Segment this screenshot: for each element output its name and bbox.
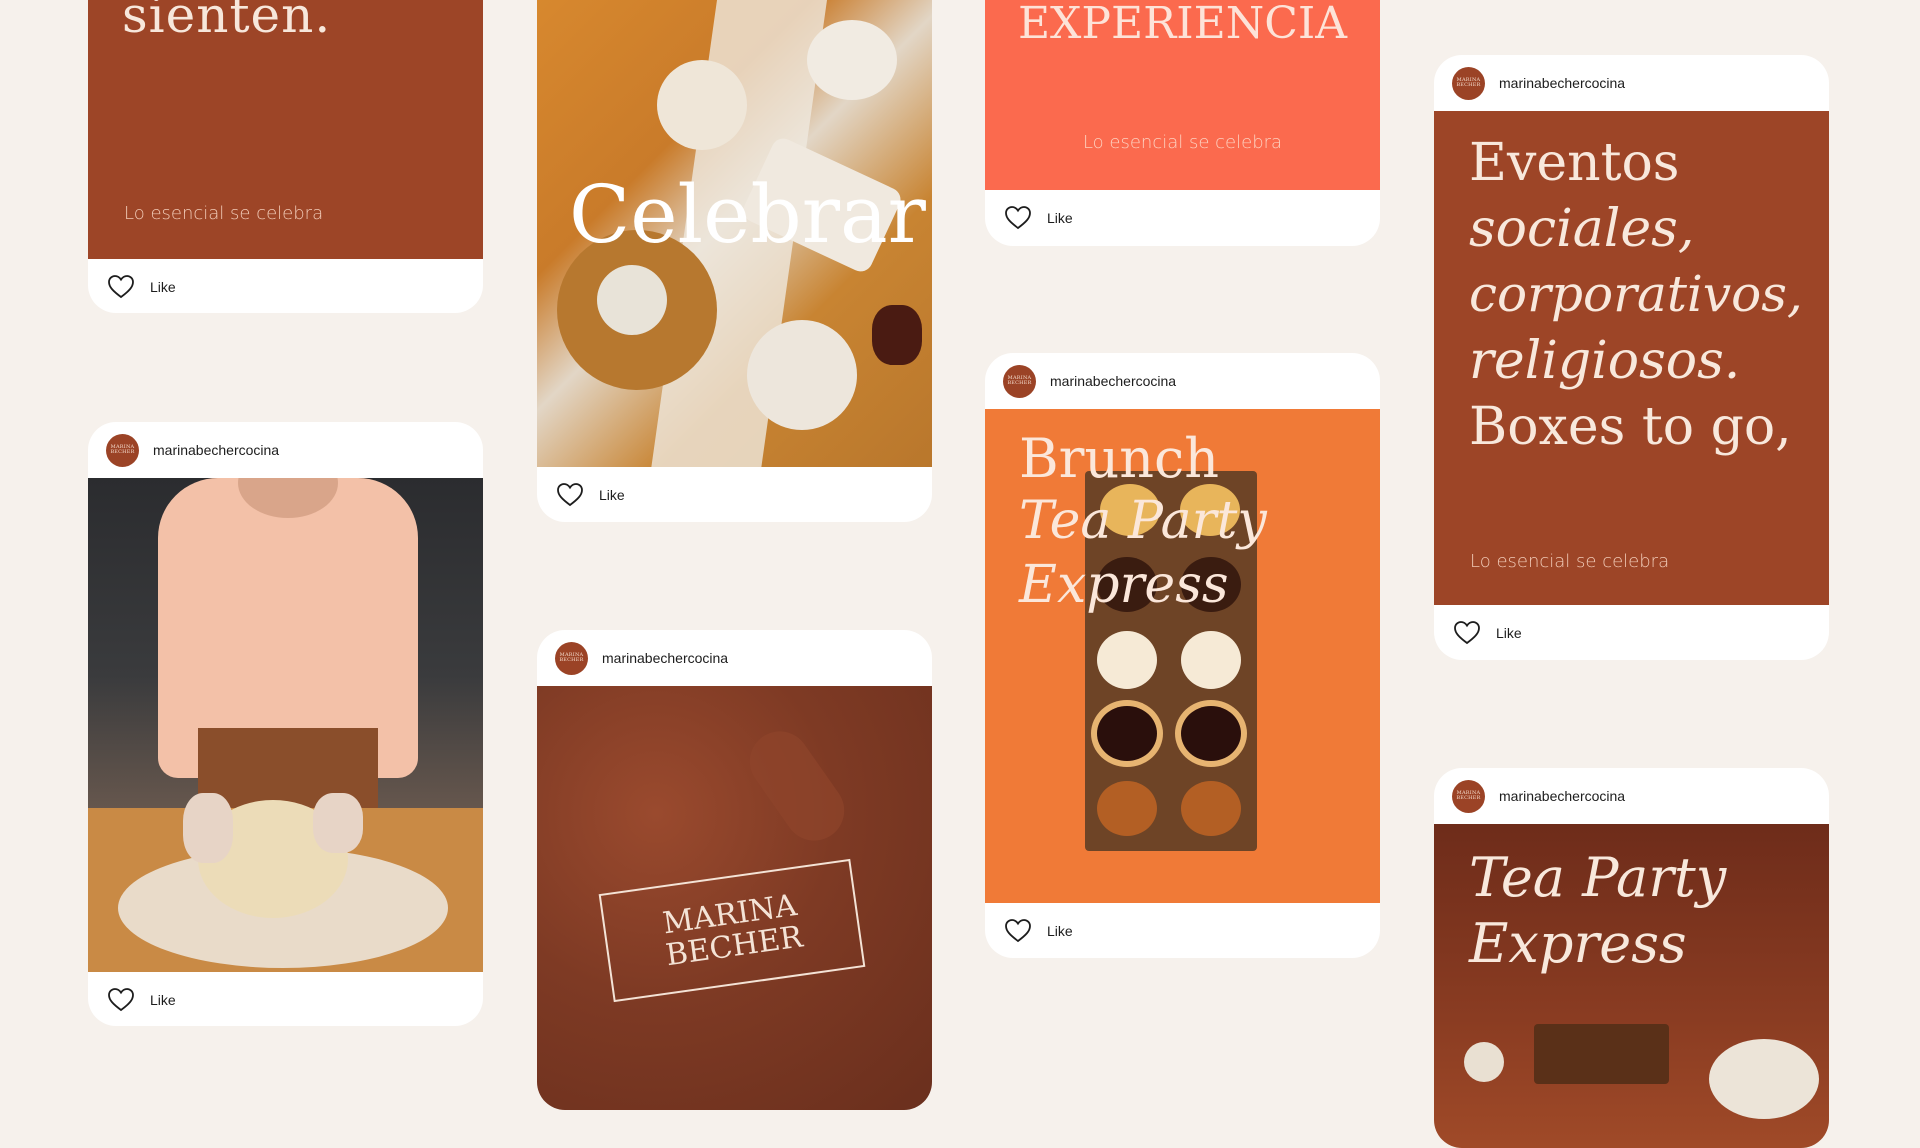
username[interactable]: marinabechercocina xyxy=(1499,788,1625,804)
like-label[interactable]: Like xyxy=(150,279,176,295)
post-card-tea-party: MARINA BECHER marinabechercocina Tea Part… xyxy=(1434,768,1829,1148)
username[interactable]: marinabechercocina xyxy=(1050,373,1176,389)
post-footer: Like xyxy=(1434,605,1829,660)
avatar[interactable]: MARINA BECHER xyxy=(1003,364,1036,398)
post-headline-line5: Boxes to go, xyxy=(1469,397,1792,457)
tea-party-photo: Tea Party Express xyxy=(1434,824,1829,1148)
post-headline-line2: sociales, xyxy=(1469,199,1695,259)
post-header: MARINA BECHER marinabechercocina xyxy=(1434,55,1829,111)
baker-kneading-dough-photo xyxy=(88,478,483,972)
post-tagline: Lo esencial se celebra xyxy=(1082,132,1283,153)
post-media: Eventos sociales, corporativos, religios… xyxy=(1434,111,1829,605)
post-headline: Celebrar xyxy=(569,168,926,261)
post-headline-line1: Tea Party xyxy=(1469,846,1727,909)
post-header: MARINA BECHER marinabechercocina xyxy=(1434,768,1829,824)
post-card-brunch: MARINA BECHER marinabechercocina Brunch T… xyxy=(985,353,1380,958)
like-label[interactable]: Like xyxy=(150,992,176,1008)
post-card-baker: MARINA BECHER marinabechercocina Like xyxy=(88,422,483,1026)
pastry-board-photo: Brunch Tea Party Express xyxy=(985,409,1380,903)
post-headline-line1: Brunch xyxy=(1019,427,1220,490)
heart-icon[interactable] xyxy=(108,988,134,1012)
post-headline-line4: religiosos. xyxy=(1469,331,1741,391)
like-label[interactable]: Like xyxy=(599,487,625,503)
post-headline-line3: Express xyxy=(1019,555,1229,615)
post-headline-line1: Eventos xyxy=(1469,133,1680,193)
avatar[interactable]: MARINA BECHER xyxy=(1452,66,1485,100)
brand-logo-frame: MARINA BECHER xyxy=(598,858,866,1003)
heart-icon[interactable] xyxy=(108,275,134,299)
post-tagline: Lo esencial se celebra xyxy=(1470,551,1670,572)
post-card-cocoa: MARINA BECHER marinabechercocina MARINA B… xyxy=(537,630,932,1110)
post-headline: EXPERIENCIA xyxy=(1017,0,1348,49)
post-card-eventos: MARINA BECHER marinabechercocina Eventos … xyxy=(1434,55,1829,660)
party-table-photo: Celebrar xyxy=(537,0,932,467)
avatar[interactable]: MARINA BECHER xyxy=(555,641,588,675)
post-footer: Like xyxy=(537,467,932,522)
post-footer: Like xyxy=(88,259,483,313)
username[interactable]: marinabechercocina xyxy=(602,650,728,666)
cocoa-powder-photo: MARINA BECHER xyxy=(537,686,932,1110)
post-header: MARINA BECHER marinabechercocina xyxy=(88,422,483,478)
post-tagline: Lo esencial se celebra xyxy=(124,203,324,224)
username[interactable]: marinabechercocina xyxy=(153,442,279,458)
post-headline-line3: corporativos, xyxy=(1469,265,1803,323)
post-footer: Like xyxy=(88,972,483,1026)
heart-icon[interactable] xyxy=(1454,621,1480,645)
like-label[interactable]: Like xyxy=(1047,210,1073,226)
post-footer: Like xyxy=(985,190,1380,246)
avatar[interactable]: MARINA BECHER xyxy=(106,433,139,467)
post-media: EXPERIENCIA Lo esencial se celebra xyxy=(985,0,1380,190)
like-label[interactable]: Like xyxy=(1047,923,1073,939)
post-headline-line2: Express xyxy=(1469,912,1687,975)
username[interactable]: marinabechercocina xyxy=(1499,75,1625,91)
like-label[interactable]: Like xyxy=(1496,625,1522,641)
post-media: sienten. Lo esencial se celebra xyxy=(88,0,483,259)
heart-icon[interactable] xyxy=(1005,919,1031,943)
heart-icon[interactable] xyxy=(1005,206,1031,230)
avatar[interactable]: MARINA BECHER xyxy=(1452,779,1485,813)
post-footer: Like xyxy=(985,903,1380,958)
post-card-sienten: sienten. Lo esencial se celebra Like xyxy=(88,0,483,313)
post-headline-line2: Tea Party xyxy=(1019,491,1267,551)
heart-icon[interactable] xyxy=(557,483,583,507)
post-card-experiencia: EXPERIENCIA Lo esencial se celebra Like xyxy=(985,0,1380,246)
post-header: MARINA BECHER marinabechercocina xyxy=(537,630,932,686)
post-headline: sienten. xyxy=(122,0,332,44)
post-header: MARINA BECHER marinabechercocina xyxy=(985,353,1380,409)
post-card-celebrar: Celebrar Like xyxy=(537,0,932,522)
